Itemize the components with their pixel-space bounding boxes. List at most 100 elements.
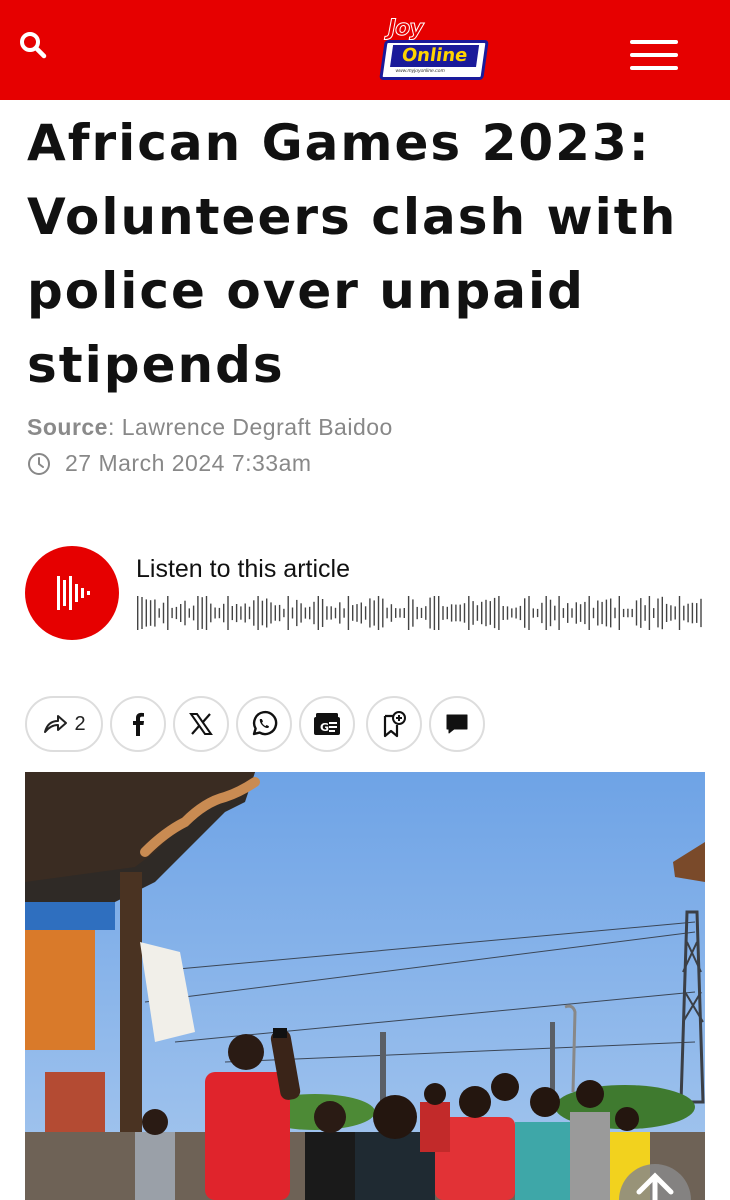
waveform-bar xyxy=(618,596,620,630)
google-news-button[interactable]: G xyxy=(299,696,355,752)
waveform-bar xyxy=(558,596,560,630)
waveform-bar xyxy=(678,596,681,630)
menu-icon xyxy=(630,40,686,70)
waveform-bar xyxy=(579,604,582,622)
waveform-bar xyxy=(248,606,251,620)
waveform-bar xyxy=(369,598,371,628)
source-name: Lawrence Degraft Baidoo xyxy=(121,414,393,440)
waveform-bar xyxy=(343,608,345,618)
waveform-bar xyxy=(515,607,517,619)
x-share-button[interactable] xyxy=(173,696,229,752)
audio-waveform[interactable] xyxy=(136,594,704,632)
waveform-bar xyxy=(502,606,504,620)
waveform-bar xyxy=(188,608,190,618)
waveform-bar xyxy=(175,606,178,620)
waveform-bar xyxy=(627,608,629,618)
waveform-bar xyxy=(670,605,672,621)
source-separator: : xyxy=(107,414,115,440)
waveform-bar xyxy=(201,597,203,629)
search-icon xyxy=(20,32,47,59)
waveform-bar xyxy=(377,596,380,630)
waveform-bar xyxy=(446,606,448,620)
waveform-bar xyxy=(214,607,216,619)
waveform-bar xyxy=(524,598,526,628)
waveform-bar xyxy=(661,596,663,630)
whatsapp-share-button[interactable] xyxy=(236,696,292,752)
waveform-bar xyxy=(554,605,556,621)
waveform-bar xyxy=(532,608,534,618)
waveform-bar xyxy=(360,602,362,624)
bookmark-button[interactable] xyxy=(366,696,422,752)
waveform-bar xyxy=(235,604,238,623)
share-button[interactable]: 2 xyxy=(25,696,103,752)
waveform-bar xyxy=(158,608,160,618)
waveform-bar xyxy=(450,604,453,622)
waveform-bar xyxy=(605,599,608,627)
waveform-bar xyxy=(149,600,152,626)
waveform-bar xyxy=(493,597,496,629)
source-label: Source xyxy=(27,414,108,440)
waveform-bar xyxy=(266,598,268,628)
comment-button[interactable] xyxy=(429,696,485,752)
waveform-bar xyxy=(137,596,139,630)
waveform-bar xyxy=(622,608,625,618)
logo-joy-text: Joy xyxy=(388,16,425,42)
waveform-bar xyxy=(287,596,289,630)
waveform-bar xyxy=(528,596,530,630)
waveform-bar xyxy=(433,596,436,630)
waveform-bar xyxy=(304,607,307,619)
waveform-bar xyxy=(210,603,212,623)
waveform-bar xyxy=(167,596,169,630)
waveform-bar xyxy=(489,601,491,625)
waveform-bar xyxy=(601,601,603,625)
waveform-bar xyxy=(223,603,225,623)
article-image xyxy=(25,772,705,1200)
waveform-bar xyxy=(687,603,689,623)
waveform-bar xyxy=(197,596,199,630)
menu-button[interactable] xyxy=(630,40,686,80)
waveform-bar xyxy=(549,599,552,627)
waveform-bar xyxy=(352,605,354,621)
waveform-bar xyxy=(472,601,474,625)
whatsapp-icon xyxy=(252,710,278,736)
waveform-bar xyxy=(145,599,147,627)
waveform-bar xyxy=(614,607,616,619)
waveform-bar xyxy=(588,596,590,630)
facebook-share-button[interactable] xyxy=(110,696,166,752)
waveform-bar xyxy=(330,606,332,620)
waveform-bar xyxy=(356,604,358,622)
waveform-bar xyxy=(270,602,272,624)
waveform-bar xyxy=(192,605,195,621)
waveform-bar xyxy=(403,608,405,618)
waveform-bar xyxy=(244,603,246,623)
waveform-bar xyxy=(420,607,423,618)
logo-box: Online www.myjoyonline.com xyxy=(379,40,489,80)
waveform-bar xyxy=(545,596,547,630)
date-text: 27 March 2024 7:33am xyxy=(65,450,312,476)
waveform-bar xyxy=(218,607,221,619)
waveform-bar xyxy=(519,605,522,621)
share-count: 2 xyxy=(74,712,86,735)
joy-online-logo[interactable]: Joy Online www.myjoyonline.com xyxy=(378,16,489,86)
share-icon xyxy=(44,715,68,733)
waveform-bar xyxy=(481,601,483,625)
waveform-bar xyxy=(700,598,702,628)
waveform-bar xyxy=(283,608,285,618)
waveform-bar xyxy=(635,600,638,626)
waveform-bar xyxy=(644,605,646,621)
waveform-bar xyxy=(309,606,311,620)
waveform-bar xyxy=(399,608,401,618)
waveform-bar xyxy=(373,600,375,626)
clock-icon xyxy=(28,452,50,475)
waveform-bar xyxy=(653,608,655,618)
waveform-bar xyxy=(429,597,431,629)
waveform-bar xyxy=(536,608,539,618)
waveform-bar xyxy=(416,606,418,620)
google-news-icon: G xyxy=(314,713,340,735)
search-button[interactable] xyxy=(18,30,54,66)
waveform-bar xyxy=(395,608,397,618)
waveform-bar xyxy=(162,602,165,624)
waveform-bar xyxy=(648,596,651,630)
waveform-bar xyxy=(339,602,341,624)
audio-play-button[interactable] xyxy=(25,546,119,640)
